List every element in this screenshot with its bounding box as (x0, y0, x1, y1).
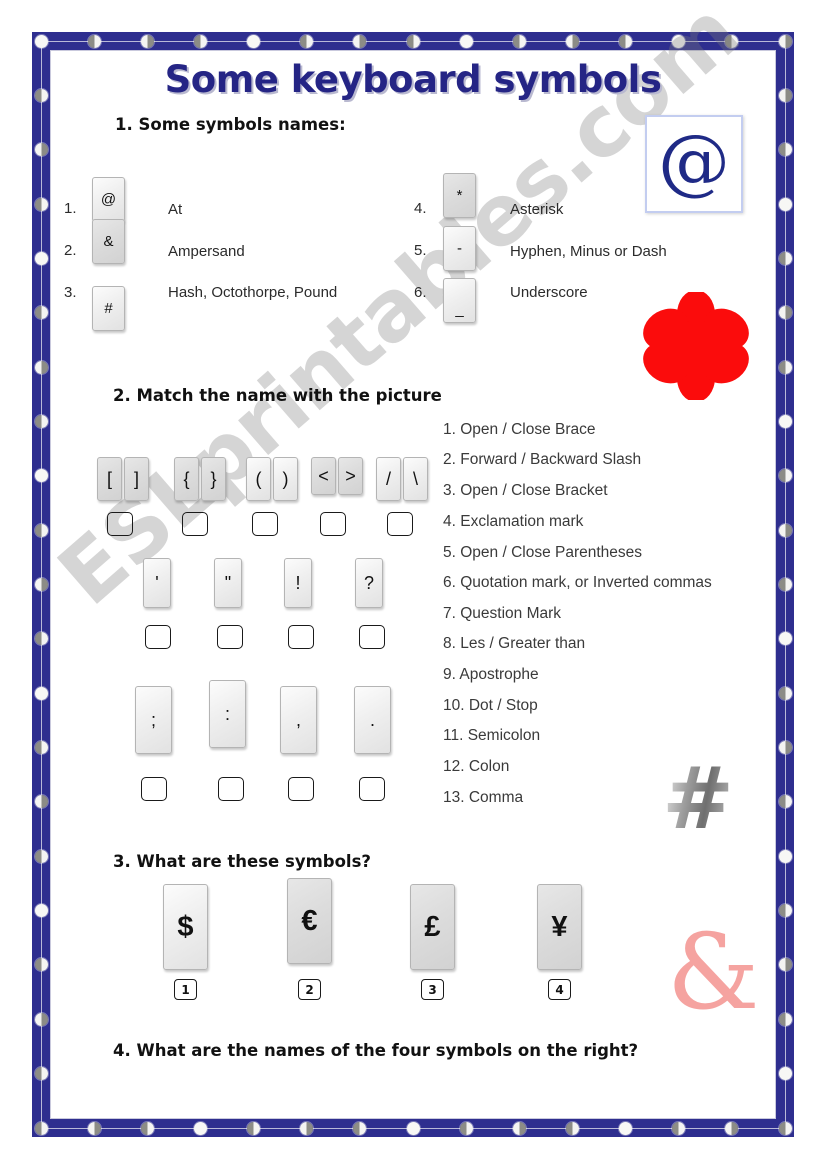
s2-name-3: 3. Open / Close Bracket (443, 482, 608, 499)
s3-key-yen: ¥ (537, 884, 582, 970)
s2-answer-box-r3c1[interactable] (141, 777, 167, 801)
s2-key-dot: . (354, 686, 391, 754)
s3-number-box-4[interactable]: 4 (548, 979, 571, 1000)
s1-right-name-4: Asterisk (510, 201, 564, 218)
at-glyph: @ (658, 119, 730, 203)
s2-answer-box-r1c4[interactable] (320, 512, 346, 536)
s2-name-6: 6. Quotation mark, or Inverted commas (443, 574, 712, 591)
section-3-heading: 3. What are these symbols? (113, 852, 371, 871)
s2-key-open-paren: ( (246, 457, 271, 501)
s3-number-box-3[interactable]: 3 (421, 979, 444, 1000)
s2-key-open-brace: { (174, 457, 199, 501)
s2-answer-box-r3c3[interactable] (288, 777, 314, 801)
s2-answer-box-r2c3[interactable] (288, 625, 314, 649)
asterisk-svg (643, 290, 749, 402)
s2-name-9: 9. Apostrophe (443, 666, 539, 683)
s1-right-num-6: 6. (414, 284, 427, 301)
s1-key-hyphen: - (443, 226, 476, 271)
s2-name-7: 7. Question Mark (443, 605, 562, 622)
s2-answer-box-r3c2[interactable] (218, 777, 244, 801)
s1-left-num-1: 1. (64, 200, 77, 217)
s2-key-open-bracket: [ (97, 457, 122, 501)
s2-name-12: 12. Colon (443, 758, 510, 775)
s1-key-hash: # (92, 286, 125, 331)
s1-key-at: @ (92, 177, 125, 222)
s1-right-num-4: 4. (414, 200, 427, 217)
s2-name-8: 8. Les / Greater than (443, 635, 586, 652)
asterisk-clipart (640, 290, 752, 402)
s1-left-name-3: Hash, Octothorpe, Pound (168, 284, 338, 301)
s2-answer-box-r2c1[interactable] (145, 625, 171, 649)
s2-name-4: 4. Exclamation mark (443, 513, 584, 530)
content-canvas: Some keyboard symbols 1. Some symbols na… (0, 0, 826, 1169)
s1-key-underscore: _ (443, 278, 476, 323)
s2-key-comma: , (280, 686, 317, 754)
s1-left-num-3: 3. (64, 284, 77, 301)
s2-key-greater-than: > (338, 457, 363, 495)
at-symbol-clipart: @ (645, 115, 743, 213)
s2-key-semicolon: ; (135, 686, 172, 754)
s2-key-close-brace: } (201, 457, 226, 501)
s2-key-close-paren: ) (273, 457, 298, 501)
s2-answer-box-r1c5[interactable] (387, 512, 413, 536)
s2-name-5: 5. Open / Close Parentheses (443, 544, 643, 561)
s2-key-less-than: < (311, 457, 336, 495)
s2-key-back-slash: \ (403, 457, 428, 501)
s1-right-name-6: Underscore (510, 284, 588, 301)
s1-left-name-1: At (168, 201, 183, 218)
s3-number-box-2[interactable]: 2 (298, 979, 321, 1000)
section-1-heading: 1. Some symbols names: (115, 115, 346, 134)
s2-name-13: 13. Comma (443, 789, 524, 806)
s3-number-box-1[interactable]: 1 (174, 979, 197, 1000)
page-title: Some keyboard symbols (164, 58, 662, 101)
s2-key-exclamation: ! (284, 558, 312, 608)
s2-name-10: 10. Dot / Stop (443, 697, 538, 714)
s3-key-euro: € (287, 878, 332, 964)
s2-answer-box-r1c3[interactable] (252, 512, 278, 536)
s3-key-pound: £ (410, 884, 455, 970)
s2-key-forward-slash: / (376, 457, 401, 501)
s3-key-dollar: $ (163, 884, 208, 970)
s2-key-quotation: " (214, 558, 242, 608)
section-4-heading: 4. What are the names of the four symbol… (113, 1041, 639, 1060)
s2-answer-box-r2c2[interactable] (217, 625, 243, 649)
s2-key-question: ? (355, 558, 383, 608)
s2-key-apostrophe: ' (143, 558, 171, 608)
section-2-heading: 2. Match the name with the picture (113, 386, 442, 405)
s2-key-colon: : (209, 680, 246, 748)
hash-symbol-clipart: # (662, 749, 735, 849)
s1-right-name-5: Hyphen, Minus or Dash (510, 243, 667, 260)
s2-answer-box-r2c4[interactable] (359, 625, 385, 649)
s1-right-num-5: 5. (414, 242, 427, 259)
s2-name-2: 2. Forward / Backward Slash (443, 451, 642, 468)
s1-key-asterisk: * (443, 173, 476, 218)
s1-left-num-2: 2. (64, 242, 77, 259)
worksheet-page: ESLprintables.com Some keyboard symbols … (0, 0, 826, 1169)
s2-answer-box-r3c4[interactable] (359, 777, 385, 801)
s2-answer-box-r1c1[interactable] (107, 512, 133, 536)
ampersand-clipart: & (667, 911, 760, 1033)
s2-answer-box-r1c2[interactable] (182, 512, 208, 536)
s2-name-11: 11. Semicolon (443, 727, 541, 744)
s2-key-close-bracket: ] (124, 457, 149, 501)
s2-name-1: 1. Open / Close Brace (443, 421, 596, 438)
s1-left-name-2: Ampersand (168, 243, 245, 260)
s1-key-ampersand: & (92, 219, 125, 264)
